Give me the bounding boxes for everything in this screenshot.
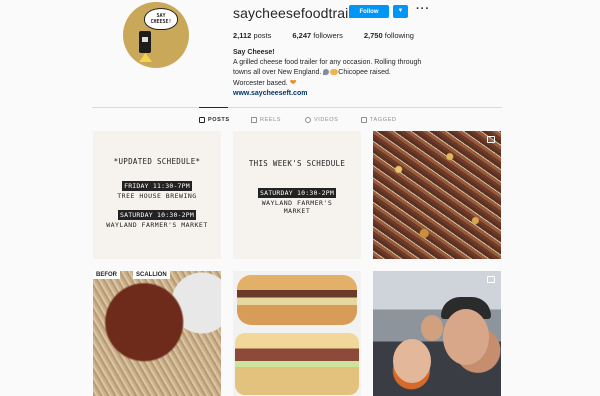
photo-label: BEFOR xyxy=(93,271,120,279)
follow-button[interactable]: Follow xyxy=(349,5,389,18)
tag-icon xyxy=(361,117,367,123)
profile-stats: 2,112 posts 6,247 followers 2,750 follow… xyxy=(233,31,435,40)
suggested-dropdown-button[interactable]: ▼ xyxy=(393,5,408,18)
person-image xyxy=(443,309,489,365)
posts-stat: 2,112 posts xyxy=(233,31,271,40)
tab-tagged-label: TAGGED xyxy=(370,117,397,123)
bio-website-link[interactable]: www.saycheeseft.com xyxy=(233,90,307,97)
pin-emoji-icon xyxy=(323,69,330,75)
more-options-icon[interactable]: ··· xyxy=(416,3,430,15)
followers-label: followers xyxy=(313,31,343,40)
video-icon xyxy=(305,117,311,123)
post-updated-schedule[interactable]: *UPDATED SCHEDULE* FRIDAY 11:30-7PM TREE… xyxy=(93,131,221,259)
posts-count: 2,112 xyxy=(233,31,252,40)
post-heading: THIS WEEK'S SCHEDULE xyxy=(248,159,346,168)
active-tab-indicator xyxy=(199,107,228,108)
avatar-sign: SAY CHEESE! xyxy=(144,8,178,30)
avatar-truck xyxy=(139,31,151,53)
profile-avatar[interactable]: SAY CHEESE! xyxy=(123,2,189,68)
followers-count: 6,247 xyxy=(292,31,312,40)
tabs-divider xyxy=(92,107,502,108)
tab-videos[interactable]: VIDEOS xyxy=(305,117,338,123)
bio-description: A grilled cheese food trailer for any oc… xyxy=(233,58,423,89)
carousel-icon xyxy=(487,136,495,143)
sandwich-image xyxy=(237,275,357,325)
post-weekly-schedule[interactable]: THIS WEEK'S SCHEDULE SATURDAY 10:30-2PM … xyxy=(233,131,361,259)
tab-videos-label: VIDEOS xyxy=(314,117,339,123)
reels-icon xyxy=(251,117,257,123)
post-heading: *UPDATED SCHEDULE* xyxy=(113,157,201,166)
sandwich-image xyxy=(235,333,359,395)
followers-stat[interactable]: 6,247 followers xyxy=(292,31,342,40)
carousel-icon xyxy=(487,276,495,283)
bio-name: Say Cheese! xyxy=(233,49,275,56)
avatar-cheese xyxy=(139,53,152,62)
person-image xyxy=(393,339,431,383)
post-fried-onions-photo[interactable] xyxy=(373,131,501,259)
post-grilled-cheese-photo[interactable] xyxy=(233,271,361,396)
tab-posts[interactable]: POSTS xyxy=(199,117,230,123)
tab-tagged[interactable]: TAGGED xyxy=(361,117,396,123)
schedule-place: TREE HOUSE BREWING xyxy=(117,192,197,200)
chevron-down-icon: ▼ xyxy=(397,8,404,14)
schedule-time: FRIDAY 11:30-7PM xyxy=(122,181,192,191)
tab-reels[interactable]: REELS xyxy=(251,117,281,123)
schedule-time: SATURDAY 10:30-2PM xyxy=(117,210,197,220)
schedule-place: MARKET xyxy=(283,207,311,215)
profile-username: saycheesefoodtrailer xyxy=(233,5,365,21)
following-label: following xyxy=(384,31,414,40)
heart-emoji-icon: ❤ xyxy=(289,78,297,87)
profile-bio: Say Cheese! A grilled cheese food traile… xyxy=(233,48,423,99)
schedule-place: WAYLAND FARMER'S xyxy=(261,199,333,207)
photo-label: SCALLION xyxy=(133,271,170,279)
post-bacon-photo[interactable]: BEFOR SCALLION xyxy=(93,271,221,396)
schedule-time: SATURDAY 10:30-2PM xyxy=(257,188,337,198)
tab-posts-label: POSTS xyxy=(208,117,230,123)
following-count: 2,750 xyxy=(363,31,383,40)
tab-reels-label: REELS xyxy=(260,117,282,123)
post-selfie-photo[interactable] xyxy=(373,271,501,396)
grid-icon xyxy=(199,117,205,123)
posts-label: posts xyxy=(253,31,272,40)
following-stat[interactable]: 2,750 following xyxy=(364,31,414,40)
schedule-place: WAYLAND FARMER'S MARKET xyxy=(106,221,208,229)
person-image xyxy=(421,315,443,341)
